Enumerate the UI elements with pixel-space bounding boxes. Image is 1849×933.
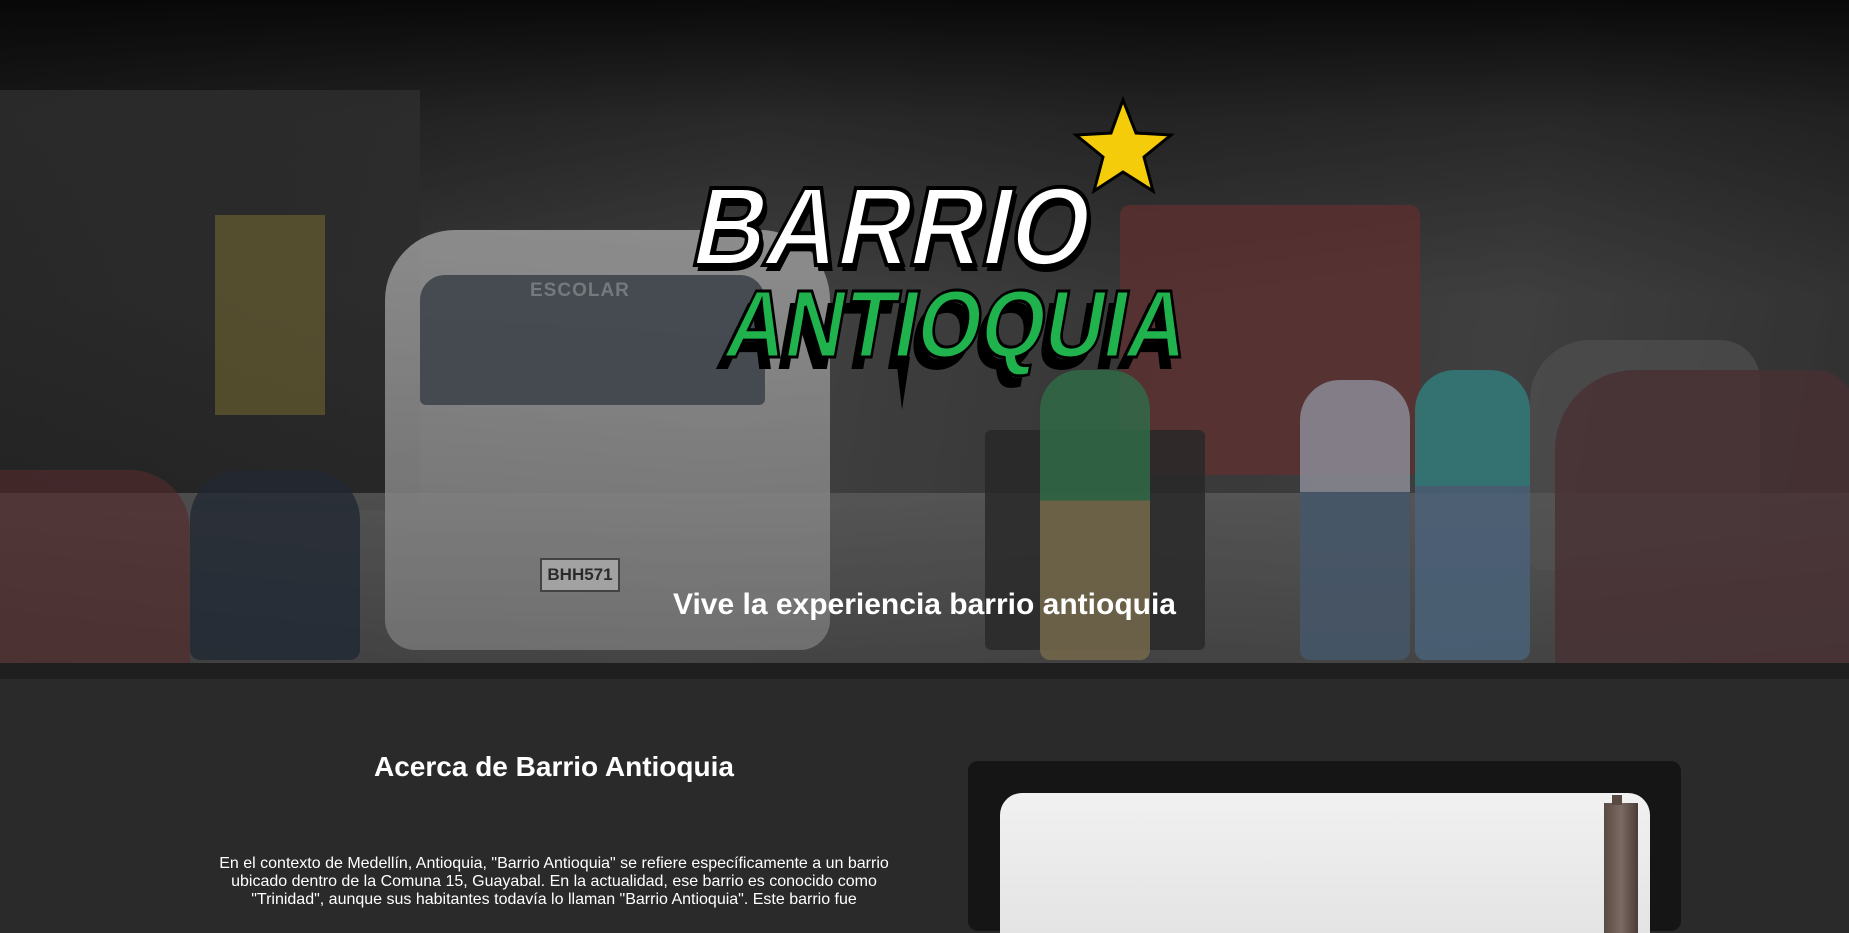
hero-banner: ESCOLAR BHH571 BARRIO BARRIO ANTIOQUIA A… xyxy=(0,0,1849,663)
logo-antioquia-text: ANTIOQUIA xyxy=(718,270,1197,378)
section-divider xyxy=(0,663,1849,679)
about-title: Acerca de Barrio Antioquia xyxy=(374,751,734,782)
hero-tagline: Vive la experiencia barrio antioquia xyxy=(673,588,1176,621)
about-image xyxy=(1000,793,1650,933)
about-text: En el contexto de Medellín, Antioquia, "… xyxy=(219,855,889,908)
barrio-antioquia-logo: BARRIO BARRIO ANTIOQUIA ANTIOQUIA xyxy=(681,95,1199,410)
